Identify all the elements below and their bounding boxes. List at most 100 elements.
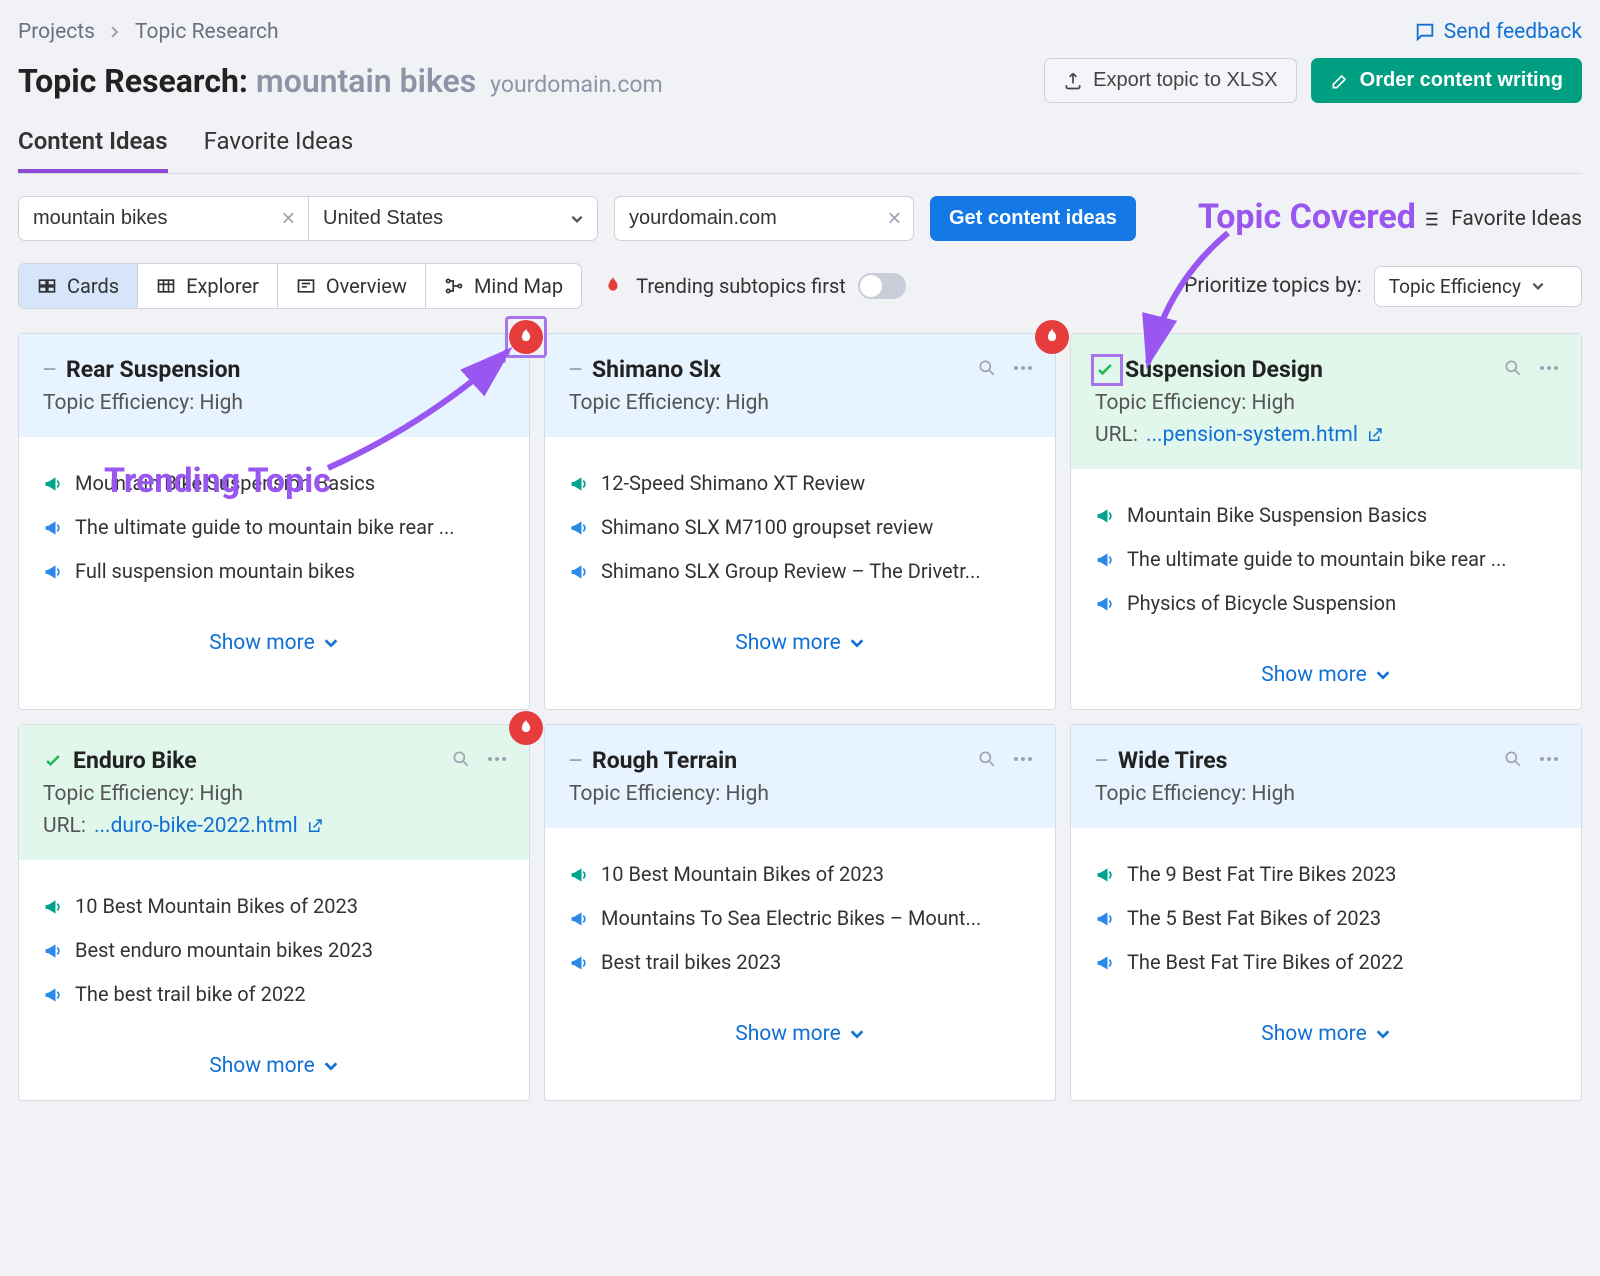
headline-item[interactable]: The ultimate guide to mountain bike rear… <box>43 505 505 549</box>
chevron-down-icon <box>1375 1026 1391 1042</box>
headline-text: 12-Speed Shimano XT Review <box>601 471 865 495</box>
search-icon[interactable] <box>451 749 471 769</box>
title-query: mountain bikes <box>256 62 476 100</box>
headline-item[interactable]: 12-Speed Shimano XT Review <box>569 461 1031 505</box>
headline-item[interactable]: The best trail bike of 2022 <box>43 972 505 1016</box>
search-icon[interactable] <box>977 749 997 769</box>
megaphone-icon <box>569 865 589 885</box>
headline-text: Mountains To Sea Electric Bikes – Mount.… <box>601 906 981 930</box>
check-icon <box>43 751 63 771</box>
headline-item[interactable]: Mountain Bike Suspension Basics <box>43 461 505 505</box>
headline-item[interactable]: The 5 Best Fat Bikes of 2023 <box>1095 896 1557 940</box>
card-body: 10 Best Mountain Bikes of 2023 Best endur… <box>19 860 529 1040</box>
card-efficiency: Topic Efficiency: High <box>569 391 1031 415</box>
topic-card: Enduro BikeTopic Efficiency: HighURL: ..… <box>18 724 530 1101</box>
location-select[interactable] <box>308 196 598 241</box>
mindmap-icon <box>444 276 464 296</box>
card-title: Wide Tires <box>1118 747 1227 774</box>
search-icon[interactable] <box>1503 749 1523 769</box>
headline-item[interactable]: Mountain Bike Suspension Basics <box>1095 493 1557 537</box>
trending-badge <box>1035 320 1069 354</box>
megaphone-icon <box>43 562 63 582</box>
breadcrumb: Projects Topic Research <box>18 20 279 44</box>
more-icon[interactable] <box>1013 365 1033 371</box>
overview-icon <box>296 276 316 296</box>
headline-item[interactable]: Shimano SLX M7100 groupset review <box>569 505 1031 549</box>
more-icon[interactable] <box>1013 756 1033 762</box>
megaphone-icon <box>1095 909 1115 929</box>
more-icon[interactable] <box>487 358 507 364</box>
view-mindmap[interactable]: Mind Map <box>426 264 581 308</box>
headline-text: The 9 Best Fat Tire Bikes 2023 <box>1127 862 1396 886</box>
headline-text: The best trail bike of 2022 <box>75 982 306 1006</box>
card-efficiency: Topic Efficiency: High <box>1095 391 1557 415</box>
breadcrumb-projects[interactable]: Projects <box>18 20 95 44</box>
show-more-link[interactable]: Show more <box>209 631 338 655</box>
topic-card: —Rear SuspensionTopic Efficiency: High Mo… <box>18 333 530 710</box>
external-link-icon[interactable] <box>1366 426 1384 444</box>
view-overview[interactable]: Overview <box>278 264 426 308</box>
view-mindmap-label: Mind Map <box>474 274 563 298</box>
search-query-input[interactable] <box>18 196 308 241</box>
headline-item[interactable]: 10 Best Mountain Bikes of 2023 <box>43 884 505 928</box>
view-cards[interactable]: Cards <box>19 264 138 308</box>
headline-item[interactable]: Full suspension mountain bikes <box>43 549 505 593</box>
headline-text: 10 Best Mountain Bikes of 2023 <box>75 894 358 918</box>
megaphone-icon <box>569 562 589 582</box>
headline-text: Full suspension mountain bikes <box>75 559 355 583</box>
headline-item[interactable]: The Best Fat Tire Bikes of 2022 <box>1095 940 1557 984</box>
chevron-down-icon <box>849 635 865 651</box>
show-more-link[interactable]: Show more <box>735 631 864 655</box>
search-icon[interactable] <box>1503 358 1523 378</box>
headline-item[interactable]: Best enduro mountain bikes 2023 <box>43 928 505 972</box>
headline-text: Best trail bikes 2023 <box>601 950 781 974</box>
headline-item[interactable]: 10 Best Mountain Bikes of 2023 <box>569 852 1031 896</box>
card-header: —Rear SuspensionTopic Efficiency: High <box>19 334 529 437</box>
headline-text: The ultimate guide to mountain bike rear… <box>75 515 455 539</box>
search-icon[interactable] <box>977 358 997 378</box>
clear-query-icon[interactable]: ✕ <box>281 208 296 229</box>
headline-item[interactable]: Shimano SLX Group Review – The Drivetr..… <box>569 549 1031 593</box>
card-url: URL: ...duro-bike-2022.html <box>43 814 505 838</box>
breadcrumb-current: Topic Research <box>135 20 279 44</box>
card-body: 10 Best Mountain Bikes of 2023 Mountains … <box>545 828 1055 1008</box>
more-icon[interactable] <box>487 756 507 762</box>
show-more-link[interactable]: Show more <box>1261 1022 1390 1046</box>
upload-icon <box>1063 71 1083 91</box>
clear-domain-icon[interactable]: ✕ <box>887 208 902 229</box>
more-icon[interactable] <box>1539 756 1559 762</box>
export-label: Export topic to XLSX <box>1093 69 1278 92</box>
card-efficiency: Topic Efficiency: High <box>569 782 1031 806</box>
trending-toggle[interactable] <box>858 273 906 299</box>
view-explorer[interactable]: Explorer <box>138 264 278 308</box>
megaphone-icon <box>43 474 63 494</box>
show-more-link[interactable]: Show more <box>735 1022 864 1046</box>
megaphone-icon <box>569 953 589 973</box>
headline-item[interactable]: The 9 Best Fat Tire Bikes 2023 <box>1095 852 1557 896</box>
megaphone-icon <box>1095 550 1115 570</box>
external-link-icon[interactable] <box>306 817 324 835</box>
show-more-label: Show more <box>209 1054 314 1078</box>
prioritize-select[interactable]: Topic Efficiency <box>1374 266 1582 307</box>
show-more-link[interactable]: Show more <box>1261 663 1390 687</box>
send-feedback-link[interactable]: Send feedback <box>1414 20 1582 44</box>
card-url-link[interactable]: ...pension-system.html <box>1146 423 1358 447</box>
tab-favorite-ideas[interactable]: Favorite Ideas <box>204 127 354 173</box>
headline-item[interactable]: Physics of Bicycle Suspension <box>1095 581 1557 625</box>
tab-content-ideas[interactable]: Content Ideas <box>18 127 168 173</box>
more-icon[interactable] <box>1539 365 1559 371</box>
card-url-link[interactable]: ...duro-bike-2022.html <box>94 814 298 838</box>
headline-item[interactable]: Best trail bikes 2023 <box>569 940 1031 984</box>
card-efficiency: Topic Efficiency: High <box>43 782 505 806</box>
favorite-ideas-link[interactable]: Favorite Ideas <box>1419 207 1582 231</box>
order-content-button[interactable]: Order content writing <box>1311 58 1582 103</box>
headline-item[interactable]: Mountains To Sea Electric Bikes – Mount.… <box>569 896 1031 940</box>
order-label: Order content writing <box>1360 69 1563 92</box>
chevron-down-icon <box>570 212 584 226</box>
domain-input[interactable] <box>614 196 914 241</box>
get-content-ideas-button[interactable]: Get content ideas <box>930 196 1136 241</box>
headline-item[interactable]: The ultimate guide to mountain bike rear… <box>1095 537 1557 581</box>
card-title: Rough Terrain <box>592 747 737 774</box>
export-button[interactable]: Export topic to XLSX <box>1044 58 1297 103</box>
show-more-link[interactable]: Show more <box>209 1054 338 1078</box>
